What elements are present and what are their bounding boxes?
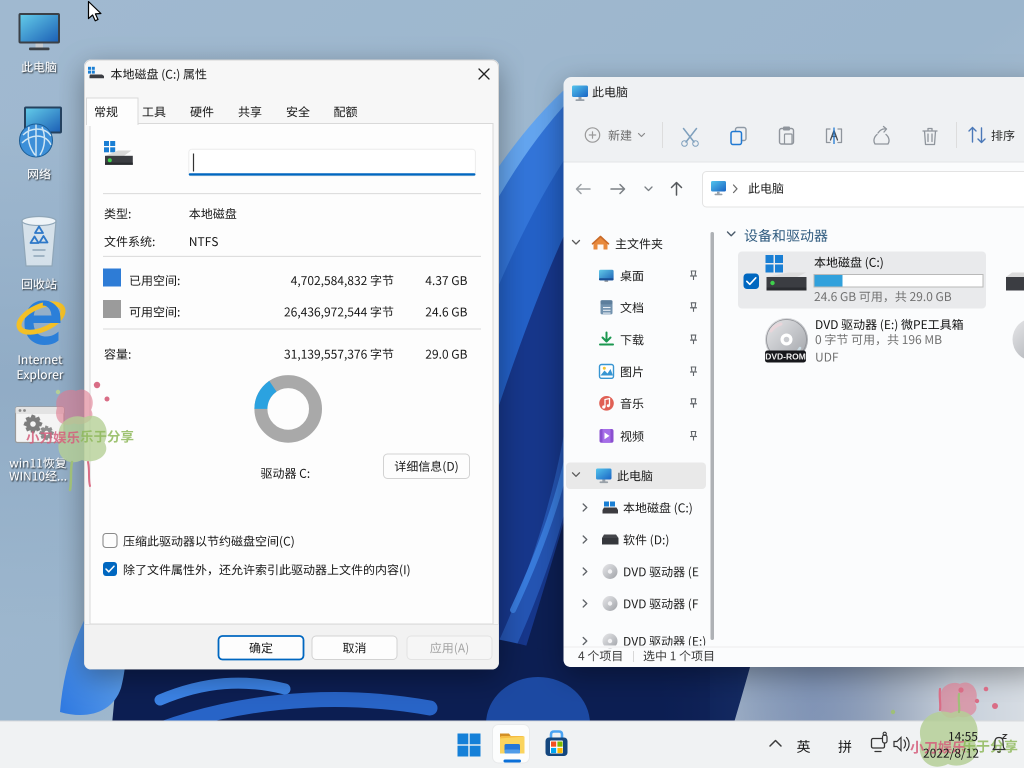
svg-text:DVD-ROM: DVD-ROM (765, 352, 806, 362)
